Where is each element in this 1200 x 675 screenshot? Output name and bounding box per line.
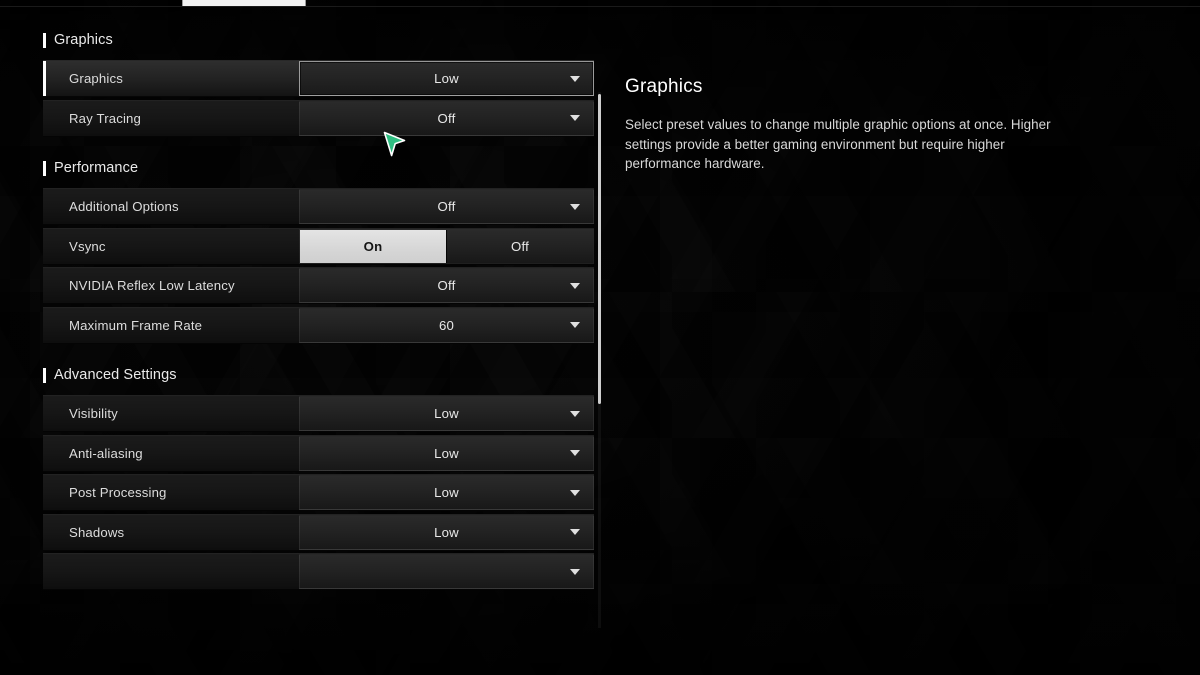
setting-row-label: Ray Tracing: [69, 110, 142, 126]
toggle-option[interactable]: Off: [446, 229, 593, 263]
setting-dropdown[interactable]: [299, 554, 594, 589]
setting-row-label: Shadows: [69, 524, 125, 540]
setting-row[interactable]: Vsync On Off: [43, 227, 594, 265]
setting-row-control: Off: [299, 189, 594, 224]
setting-row[interactable]: Shadows Low: [43, 513, 594, 551]
chevron-down-icon: [570, 75, 580, 82]
description-panel: Graphics Select preset values to change …: [625, 76, 1095, 174]
setting-row-control: Low: [299, 435, 594, 471]
toggle-option[interactable]: On: [300, 229, 446, 263]
setting-dropdown[interactable]: Off: [299, 268, 594, 303]
section-header: Graphics: [43, 29, 612, 51]
section-rows: Additional Options Off Vsync On Off NVIDIA Re…: [43, 188, 594, 344]
dropdown-value: Low: [434, 71, 459, 86]
setting-row[interactable]: Anti-aliasing Low: [43, 434, 594, 472]
setting-row-control: Low: [299, 514, 594, 550]
section-accent-bar: [43, 160, 46, 176]
dropdown-value: Low: [434, 485, 459, 500]
setting-dropdown[interactable]: Low: [299, 514, 594, 550]
section-header: Performance: [43, 157, 612, 179]
section-rows: Visibility Low Anti-aliasing Low Post Proces…: [43, 395, 594, 590]
section-title: Performance: [54, 160, 139, 176]
top-tab-bar: [0, 0, 1200, 9]
chevron-down-icon: [570, 568, 580, 575]
setting-row-control: Low: [299, 61, 594, 96]
setting-row[interactable]: Ray Tracing Off: [43, 99, 594, 137]
setting-dropdown[interactable]: Low: [299, 435, 594, 471]
section-accent-bar: [43, 367, 46, 383]
setting-dropdown[interactable]: 60: [299, 307, 594, 343]
setting-dropdown[interactable]: Off: [299, 100, 594, 136]
setting-row[interactable]: Post Processing Low: [43, 474, 594, 511]
settings-list: Graphics Graphics Low Ray Tracing Off Perform…: [0, 9, 612, 593]
setting-row-control: 60: [299, 307, 594, 343]
setting-row-label: Maximum Frame Rate: [69, 317, 203, 333]
chevron-down-icon: [570, 529, 580, 535]
setting-dropdown[interactable]: Low: [299, 61, 594, 96]
game-settings-screen: Graphics Graphics Low Ray Tracing Off Perform…: [0, 0, 1200, 675]
chevron-down-icon: [570, 322, 580, 328]
section-title: Graphics: [54, 32, 113, 48]
setting-dropdown[interactable]: Low: [299, 475, 594, 510]
settings-section: Performance Additional Options Off Vsync On O…: [0, 157, 612, 344]
setting-row-label: Anti-aliasing: [69, 445, 143, 461]
dropdown-value: Off: [437, 278, 456, 293]
settings-scroll-pane[interactable]: Graphics Graphics Low Ray Tracing Off Perform…: [0, 9, 612, 675]
setting-row[interactable]: Additional Options Off: [43, 188, 594, 225]
setting-row-label: Post Processing: [69, 485, 167, 500]
setting-row-label: Graphics: [69, 71, 123, 86]
tab-active-indicator[interactable]: [182, 0, 306, 6]
setting-row[interactable]: Visibility Low: [43, 395, 594, 432]
section-header: Advanced Settings: [43, 364, 612, 386]
dropdown-value: Low: [434, 406, 459, 421]
dropdown-value: 60: [438, 317, 455, 333]
settings-section: Advanced Settings Visibility Low Anti-alias…: [0, 364, 612, 590]
setting-dropdown[interactable]: Off: [299, 189, 594, 224]
settings-scrollbar-track[interactable]: [598, 92, 601, 628]
setting-row-control: Low: [299, 475, 594, 510]
chevron-down-icon: [570, 410, 580, 417]
chevron-down-icon: [570, 450, 580, 456]
setting-row[interactable]: Maximum Frame Rate 60: [43, 306, 594, 344]
dropdown-value: Off: [437, 110, 456, 126]
description-title: Graphics: [625, 76, 703, 97]
dropdown-value: Low: [434, 445, 459, 461]
chevron-down-icon: [570, 489, 580, 496]
section-accent-bar: [43, 32, 46, 48]
setting-row-label: [43, 554, 299, 589]
setting-row-label: Vsync: [69, 238, 106, 254]
setting-row-label: Additional Options: [69, 199, 179, 214]
setting-row-label: Visibility: [69, 406, 118, 421]
setting-row-label: NVIDIA Reflex Low Latency: [69, 278, 235, 293]
dropdown-value: Low: [434, 524, 459, 540]
setting-row[interactable]: [43, 553, 594, 590]
top-divider-line: [0, 6, 1200, 7]
chevron-down-icon: [570, 115, 580, 121]
settings-section: Graphics Graphics Low Ray Tracing Off: [0, 29, 612, 137]
setting-row-control: [299, 554, 594, 589]
setting-row-control: Off: [299, 268, 594, 303]
chevron-down-icon: [570, 203, 580, 210]
settings-scrollbar-thumb[interactable]: [598, 94, 601, 404]
setting-row[interactable]: Graphics Low: [43, 60, 594, 97]
section-title: Advanced Settings: [54, 367, 177, 383]
setting-row-control: Off: [299, 100, 594, 136]
setting-row-control: Low: [299, 396, 594, 431]
setting-row[interactable]: NVIDIA Reflex Low Latency Off: [43, 267, 594, 304]
section-rows: Graphics Low Ray Tracing Off: [43, 60, 594, 137]
dropdown-value: Off: [437, 199, 456, 214]
chevron-down-icon: [570, 282, 580, 289]
toggle-group: On Off: [299, 228, 594, 264]
setting-dropdown[interactable]: Low: [299, 396, 594, 431]
setting-row-control: On Off: [299, 228, 594, 264]
description-body: Select preset values to change multiple …: [625, 117, 1051, 171]
